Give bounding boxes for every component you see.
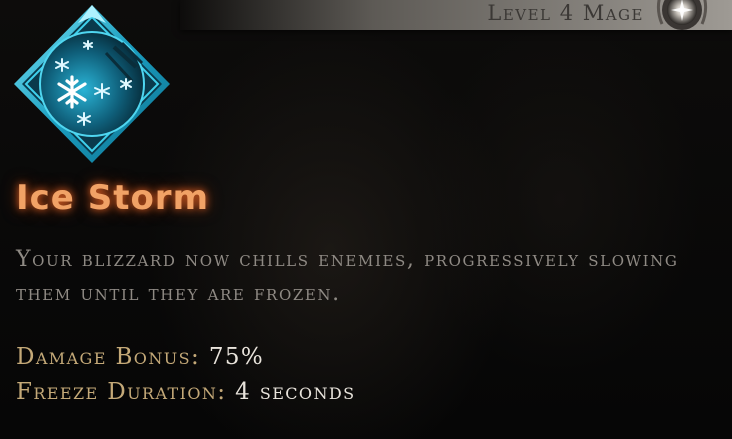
header-bar: Level 4 Mage <box>180 0 732 30</box>
stat-freeze-duration: Freeze Duration: 4 seconds <box>16 379 355 405</box>
ability-tooltip: Level 4 Mage Ice Storm Your blizzard now… <box>0 0 732 439</box>
mage-emblem-icon <box>656 0 708 30</box>
stat-value: 75% <box>208 344 265 370</box>
stat-label: Freeze Duration: <box>16 379 236 405</box>
ability-description: Your blizzard now chills enemies, progre… <box>16 247 679 306</box>
ice-storm-snowflake-icon <box>14 5 170 163</box>
level-label: Level 4 Mage <box>487 1 644 25</box>
stat-value: 4 seconds <box>235 379 356 405</box>
stat-label: Damage Bonus: <box>16 344 209 370</box>
stat-damage-bonus: Damage Bonus: 75% <box>16 344 264 370</box>
ability-title: Ice Storm <box>16 178 209 218</box>
